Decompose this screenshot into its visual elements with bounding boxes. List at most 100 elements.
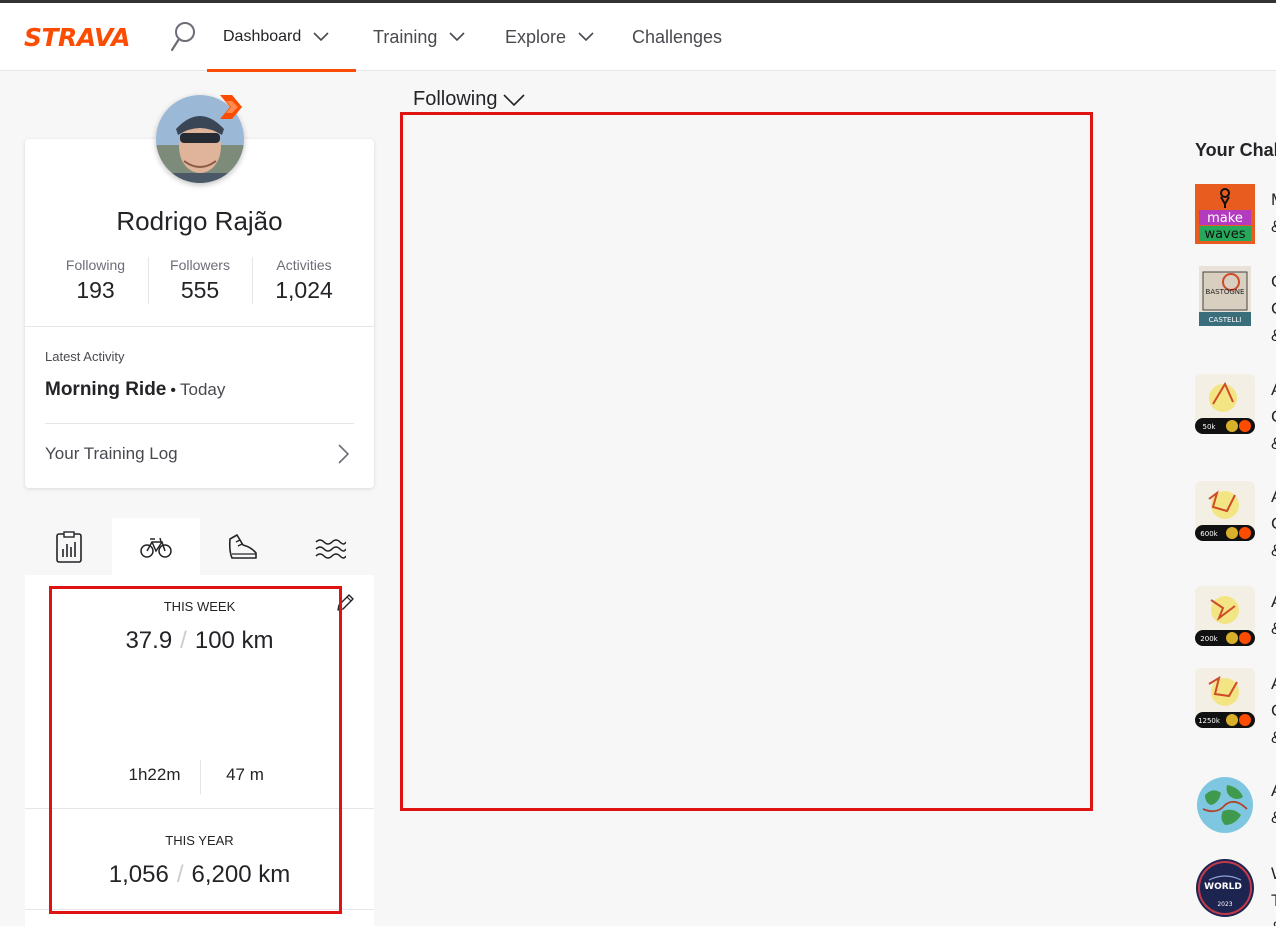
challenge-text: A & (1271, 777, 1276, 831)
profile-card: Rodrigo Rajão Following 193 Followers 55… (25, 139, 374, 488)
challenge-title: A (1271, 777, 1276, 804)
distance-challenge-badge: 600k (1195, 481, 1255, 541)
stat-label: Activities (276, 257, 332, 273)
challenge-title: W (1271, 860, 1276, 887)
stat-following[interactable]: Following 193 (44, 257, 148, 304)
chevron-down-icon (313, 32, 329, 42)
feed-filter-dropdown[interactable]: Following (413, 88, 526, 111)
challenge-meta: & (1271, 537, 1276, 564)
bastogne-castelli-badge: BASTOGNE CASTELLI (1199, 266, 1251, 326)
active-nav-indicator (207, 69, 356, 72)
badge-text: 2023 (1217, 901, 1232, 908)
chevron-down-icon (449, 32, 465, 42)
world-challenge-badge: WORLD 2023 (1196, 859, 1254, 917)
challenge-text: C C & (1271, 268, 1276, 349)
clipboard-icon (56, 530, 82, 563)
sport-tabs (25, 518, 374, 575)
challenge-meta: & (1271, 322, 1276, 349)
badge-text: BASTOGNE (1206, 288, 1245, 296)
challenge-meta: & (1271, 615, 1276, 642)
chevron-down-icon (578, 32, 594, 42)
nav-training[interactable]: Training (373, 25, 465, 49)
nav-challenges-label: Challenges (632, 26, 723, 47)
tab-swim[interactable] (286, 518, 374, 575)
separator: • (170, 382, 176, 399)
swim-icon (315, 538, 346, 559)
challenge-title: A (1271, 483, 1276, 510)
challenge-title: A (1271, 588, 1276, 615)
highlight-box-progress (49, 586, 342, 914)
challenge-text: A C & (1271, 483, 1276, 564)
globe-badge (1197, 777, 1253, 833)
stat-value: 555 (180, 277, 220, 303)
challenge-title: A (1271, 670, 1276, 697)
challenge-item[interactable]: A & (1195, 775, 1276, 837)
nav-explore[interactable]: Explore (505, 25, 594, 49)
subscriber-badge-icon (220, 95, 242, 119)
tab-ride[interactable] (112, 518, 200, 575)
distance-challenge-badge: 1250k (1195, 668, 1255, 728)
tab-run[interactable] (199, 518, 287, 575)
badge-text: 50k (1203, 423, 1217, 431)
feed-filter-label: Following (413, 88, 498, 110)
divider (45, 423, 354, 424)
stat-followers[interactable]: Followers 555 (147, 257, 252, 304)
challenge-subtitle: C (1271, 510, 1276, 537)
challenge-meta: & (1271, 804, 1276, 831)
challenge-item[interactable]: WORLD 2023 W T & (1195, 858, 1276, 926)
shoe-icon (228, 533, 257, 559)
challenge-text: M & (1271, 186, 1276, 240)
badge-text: 200k (1200, 635, 1218, 643)
athlete-name[interactable]: Rodrigo Rajão (25, 206, 374, 237)
challenge-meta: & (1271, 914, 1276, 926)
badge-text: make (1207, 211, 1243, 226)
search-icon[interactable] (170, 21, 196, 53)
chevron-down-icon (503, 93, 526, 106)
nav-challenges[interactable]: Challenges (632, 25, 722, 49)
badge-text: waves (1204, 227, 1245, 242)
nav-explore-label: Explore (505, 26, 567, 47)
badge-text: 600k (1200, 530, 1218, 538)
your-challenges-title: Your Chal (1195, 140, 1276, 160)
strava-logo[interactable]: STRAVA (24, 23, 130, 52)
make-waves-badge: make waves (1195, 184, 1255, 244)
stat-activities[interactable]: Activities 1,024 (251, 257, 356, 304)
challenge-subtitle: C (1271, 403, 1276, 430)
distance-challenge-badge: 200k (1195, 586, 1255, 646)
challenge-item[interactable]: BASTOGNE CASTELLI C C & (1195, 266, 1276, 345)
latest-activity-date: Today (180, 380, 226, 399)
badge-text: WORLD (1204, 882, 1242, 892)
challenge-text: W T & (1271, 860, 1276, 926)
latest-activity-name: Morning Ride (45, 379, 167, 400)
nav-dashboard-label: Dashboard (223, 28, 302, 45)
latest-activity[interactable]: Morning Ride • Today (45, 379, 225, 401)
training-log-link[interactable]: Your Training Log (45, 444, 178, 464)
stat-value: 1,024 (275, 277, 333, 303)
chevron-right-icon[interactable] (337, 444, 349, 464)
challenge-subtitle: C (1271, 295, 1276, 322)
challenge-item[interactable]: 600k A C & (1195, 481, 1276, 560)
tab-all-sports[interactable] (25, 518, 113, 575)
challenge-title: C (1271, 268, 1276, 295)
challenge-title: A (1271, 376, 1276, 403)
bike-icon (140, 537, 172, 558)
top-navbar: STRAVA Dashboard Training Explore Challe… (0, 3, 1276, 72)
nav-dashboard[interactable]: Dashboard (223, 25, 329, 49)
nav-training-label: Training (373, 26, 438, 47)
challenge-item[interactable]: make waves M & (1195, 184, 1276, 246)
challenge-text: A C & (1271, 670, 1276, 751)
challenge-title: M (1271, 186, 1276, 213)
challenge-item[interactable]: 200k A & (1195, 586, 1276, 648)
divider (25, 326, 374, 327)
latest-activity-label: Latest Activity (45, 349, 125, 364)
highlight-box-feed (400, 112, 1093, 811)
challenge-item[interactable]: 50k A C & (1195, 374, 1276, 453)
challenge-meta: & (1271, 724, 1276, 751)
stat-label: Following (65, 257, 126, 273)
challenge-text: A C & (1271, 376, 1276, 457)
stat-label: Followers (170, 257, 230, 273)
challenge-meta: & (1271, 213, 1276, 240)
stat-value: 193 (76, 277, 115, 303)
challenge-item[interactable]: 1250k A C & (1195, 668, 1276, 747)
badge-text: 1250k (1198, 717, 1221, 725)
